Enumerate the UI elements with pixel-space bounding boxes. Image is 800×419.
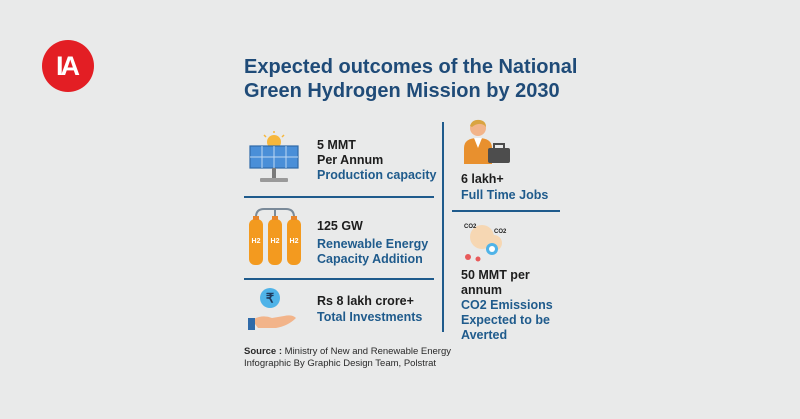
divider-left-2 (244, 278, 434, 280)
stat-emissions-value: 50 MMT per annum (461, 268, 530, 298)
stat-capacity-label-line-1: Renewable Energy (317, 237, 429, 251)
rupee-hand-icon: ₹ (248, 288, 296, 330)
co2-tag-b: CO2 (494, 229, 507, 235)
divider-right-1 (452, 210, 560, 212)
hydrogen-cylinders-icon: H2 H2 H2 (249, 208, 301, 265)
cylinder-label-1: H2 (252, 238, 261, 245)
stat-production-value-line-2: Per Annum (317, 153, 384, 167)
title-line-2: Green Hydrogen Mission by 2030 (244, 80, 560, 102)
ia-logo: IA (42, 40, 94, 92)
source-line-2: Infographic By Graphic Design Team, Pols… (244, 358, 437, 369)
co2-tag-a: CO2 (464, 224, 477, 230)
page-title: Expected outcomes of the National Green … (244, 55, 624, 103)
divider-left-1 (244, 196, 434, 198)
source-prefix: Source : (244, 346, 283, 357)
source-line-1: Source : Ministry of New and Renewable E… (244, 346, 451, 358)
logo-text: IA (56, 50, 80, 81)
source-text: Ministry of New and Renewable Energy (284, 346, 451, 357)
stat-investment-label: Total Investments (317, 310, 423, 324)
worker-briefcase-icon (464, 119, 510, 164)
solar-panel-icon (249, 131, 299, 182)
stat-production-value: 5 MMT Per Annum (317, 138, 383, 168)
cylinder-label-2: H2 (271, 238, 280, 245)
source-note: Source : Ministry of New and Renewable E… (244, 346, 451, 370)
stat-jobs-value: 6 lakh+ (461, 172, 504, 186)
stat-emissions-value-line-1: 50 MMT per (461, 268, 530, 282)
co2-cloud-icon: CO2 CO2 (464, 224, 507, 262)
cylinder-label-3: H2 (290, 238, 299, 245)
stat-production-value-line-1: 5 MMT (317, 138, 356, 152)
stat-capacity-label-line-2: Capacity Addition (317, 252, 423, 266)
stat-investment-value: Rs 8 lakh crore+ (317, 294, 414, 308)
stat-emissions-label-line-1: CO2 Emissions (461, 298, 553, 312)
stat-capacity-label: Renewable Energy Capacity Addition (317, 237, 428, 267)
stat-capacity-value: 125 GW (317, 219, 363, 233)
stat-emissions-label: CO2 Emissions Expected to be Averted (461, 298, 553, 343)
stat-production-label: Production capacity (317, 168, 437, 182)
stat-emissions-label-line-2: Expected to be (461, 313, 550, 327)
divider-vertical (442, 122, 444, 332)
rupee-symbol: ₹ (266, 291, 275, 306)
stat-emissions-label-line-3: Averted (461, 328, 508, 342)
stat-emissions-value-line-2: annum (461, 283, 502, 297)
title-line-1: Expected outcomes of the National (244, 56, 578, 78)
stat-jobs-label: Full Time Jobs (461, 188, 549, 202)
